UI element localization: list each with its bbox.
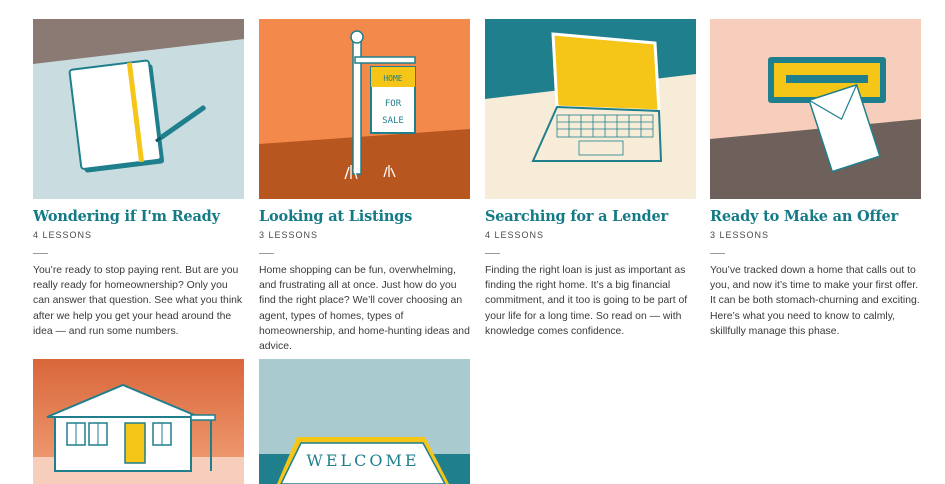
- divider: [710, 253, 725, 254]
- sign-text-home: HOME: [383, 74, 402, 83]
- for-sale-sign-illustration[interactable]: HOME FOR SALE: [259, 19, 470, 199]
- divider: [485, 253, 500, 254]
- divider: [33, 253, 48, 254]
- lesson-count: 4 LESSONS: [33, 230, 93, 240]
- course-card-house[interactable]: [33, 359, 244, 484]
- card-title[interactable]: Searching for a Lender: [485, 208, 696, 225]
- sign-text-for: FOR: [385, 99, 402, 109]
- card-description: You’re ready to stop paying rent. But ar…: [33, 265, 243, 337]
- course-card-wondering[interactable]: Wondering if I'm Ready 4 LESSONS You’re …: [33, 19, 244, 339]
- notebook-illustration[interactable]: [33, 19, 244, 199]
- mat-text: WELCOME: [306, 451, 419, 470]
- card-description: You’ve tracked down a home that calls ou…: [710, 265, 920, 337]
- course-card-lender[interactable]: Searching for a Lender 4 LESSONS Finding…: [485, 19, 696, 339]
- divider: [259, 253, 274, 254]
- lesson-count: 4 LESSONS: [485, 230, 545, 240]
- house-illustration[interactable]: [33, 359, 244, 484]
- card-description: Finding the right loan is just as import…: [485, 265, 688, 337]
- card-title[interactable]: Wondering if I'm Ready: [33, 208, 244, 225]
- sign-text-sale: SALE: [382, 116, 404, 126]
- welcome-mat-illustration[interactable]: WELCOME: [259, 359, 470, 484]
- lesson-count: 3 LESSONS: [259, 230, 319, 240]
- card-title[interactable]: Looking at Listings: [259, 208, 470, 225]
- card-description: Home shopping can be fun, overwhelming, …: [259, 265, 470, 353]
- course-card-offer[interactable]: Ready to Make an Offer 3 LESSONS You’ve …: [710, 19, 921, 339]
- mailbox-letter-illustration[interactable]: [710, 19, 921, 199]
- laptop-illustration[interactable]: [485, 19, 696, 199]
- card-title[interactable]: Ready to Make an Offer: [710, 208, 921, 225]
- course-card-welcome[interactable]: WELCOME: [259, 359, 470, 484]
- lesson-count: 3 LESSONS: [710, 230, 770, 240]
- course-card-listings[interactable]: HOME FOR SALE Looking at Listings 3 LESS…: [259, 19, 470, 354]
